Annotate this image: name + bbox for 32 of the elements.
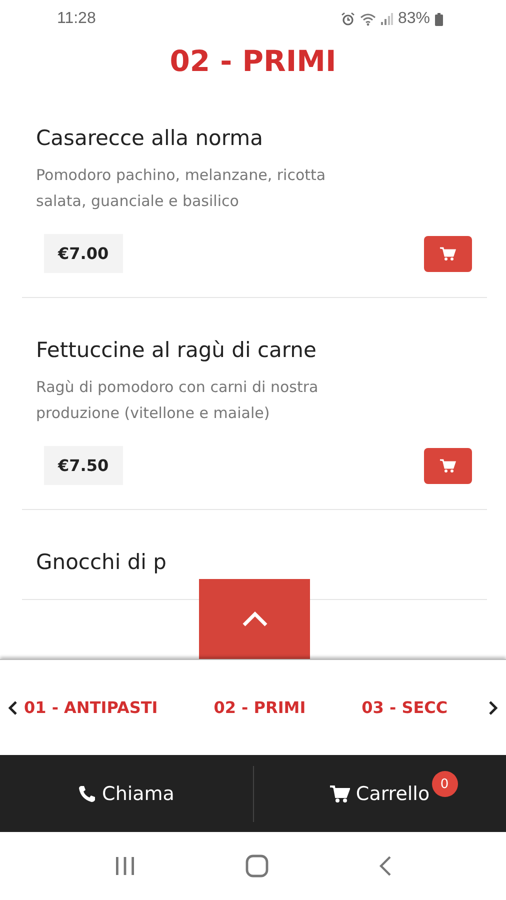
dish-name: Casarecce alla norma	[36, 126, 264, 151]
dish-name: Gnocchi di p	[36, 550, 168, 575]
cart-count-badge: 0	[432, 771, 458, 797]
alarm-icon	[340, 12, 355, 26]
chevron-right-icon[interactable]	[488, 700, 498, 716]
cart-icon	[440, 246, 456, 260]
phone-icon	[78, 784, 96, 802]
cart-icon	[330, 784, 350, 802]
recent-apps-icon[interactable]	[114, 856, 136, 876]
battery-percent: 83%	[398, 10, 430, 28]
price-tag: €7.50	[44, 446, 123, 485]
add-to-cart-button[interactable]	[424, 448, 472, 484]
clock: 11:28	[57, 10, 96, 28]
chevron-up-icon	[242, 611, 268, 627]
add-to-cart-button[interactable]	[424, 236, 472, 272]
battery-icon	[435, 12, 443, 26]
category-link[interactable]: 02 - PRIMI	[214, 698, 306, 717]
signal-icon	[380, 13, 393, 25]
price-tag: €7.00	[44, 234, 123, 273]
section-title: 02 - PRIMI	[168, 43, 338, 80]
dish-description: Ragù di pomodoro con carni di nostra produzione (vitellone e maiale)	[36, 377, 320, 424]
category-link[interactable]: 01 - ANTIPASTI	[24, 698, 158, 717]
category-link[interactable]: 03 - SECC	[362, 698, 448, 717]
dish-name: Fettuccine al ragù di carne	[36, 338, 318, 363]
dish-description: Pomodoro pachino, melanzane, ricotta salata, guanciale e basilico	[36, 165, 327, 212]
call-button[interactable]: Chiama	[0, 755, 252, 832]
cart-icon	[440, 458, 456, 472]
wifi-icon	[360, 12, 376, 26]
cart-button[interactable]: Carrello 0	[254, 755, 506, 832]
back-icon[interactable]	[378, 855, 392, 877]
chevron-left-icon[interactable]	[8, 700, 18, 716]
home-icon[interactable]	[244, 854, 269, 878]
